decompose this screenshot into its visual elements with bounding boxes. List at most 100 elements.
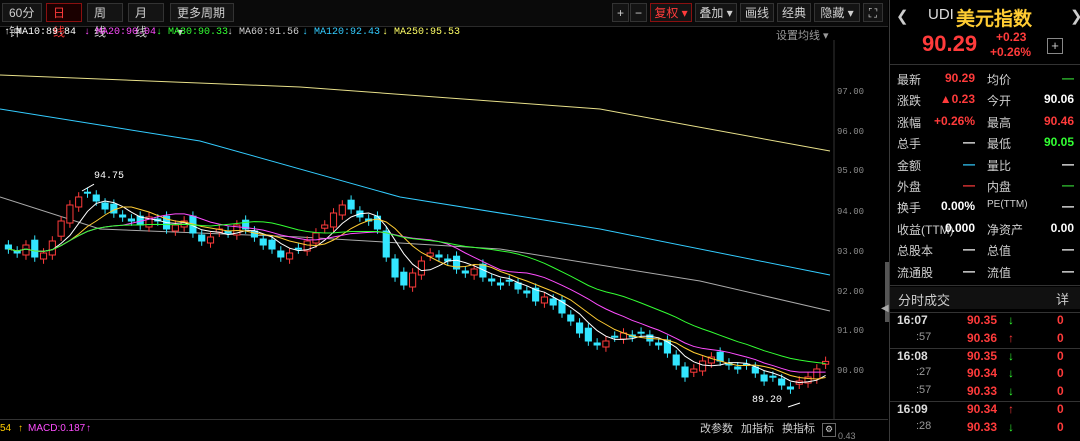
prev-arrow-icon[interactable]: ❮	[896, 7, 909, 25]
trade-direction-icon: ↓	[1008, 348, 1014, 363]
switch-indicator-button[interactable]: 换指标	[782, 421, 815, 437]
quote-label: 今开	[987, 94, 1012, 109]
candle-body	[496, 282, 505, 286]
quote-row: 涨幅 +0.26% 最高 90.46	[890, 112, 1080, 133]
price-tick: 94.00	[837, 207, 865, 217]
hide-button[interactable]: 隐藏 ▾	[814, 3, 860, 22]
quote-value: —	[963, 242, 975, 257]
trade-volume: 0	[1057, 348, 1064, 363]
next-arrow-icon[interactable]: ❯	[1070, 7, 1080, 25]
quote-value: 90.06	[1043, 92, 1074, 107]
low-pointer	[787, 402, 801, 408]
quote-row: 外盘 — 内盘 —	[890, 176, 1080, 197]
settings-icon[interactable]: ⚙	[822, 423, 836, 437]
fullscreen-icon[interactable]: ⛶	[863, 3, 883, 22]
trade-row: :28 90.33 ↓ 0	[890, 420, 1080, 441]
quote-row: 收益(TTM) 0.000 净资产 0.00	[890, 219, 1080, 240]
candles	[4, 187, 830, 394]
candle-body	[716, 351, 724, 362]
draw-line-button[interactable]: 画线	[740, 3, 774, 22]
collapse-arrow-icon[interactable]: ◀	[881, 303, 889, 314]
zoom-out-button[interactable]: −	[630, 3, 647, 22]
overlay-button[interactable]: 叠加 ▾	[695, 3, 737, 22]
change-params-button[interactable]: 改参数	[700, 421, 733, 437]
adjust-button[interactable]: 复权 ▾	[650, 3, 692, 22]
candle-body	[198, 234, 206, 242]
candle-body	[734, 366, 742, 370]
high-annotation: 94.75	[94, 171, 125, 182]
trade-volume: 0	[1057, 384, 1064, 399]
ma120-line	[0, 108, 831, 276]
candle-body	[417, 260, 425, 276]
ma30-line	[8, 213, 826, 373]
candle-body	[505, 279, 513, 282]
candle-body	[268, 239, 276, 250]
candle-body	[329, 212, 338, 228]
trades-title: 分时成交	[898, 293, 951, 308]
candle-body	[119, 214, 127, 218]
quote-row: 金额 — 量比 —	[890, 155, 1080, 176]
kline-chart-panel[interactable]: 60分钟 日线 周线 月线 更多周期 ▾ + − 复权 ▾ 叠加 ▾ 画线 经典…	[0, 0, 889, 441]
divider	[890, 347, 1080, 349]
candle-body	[549, 298, 557, 306]
candlestick-plot[interactable]	[0, 40, 888, 440]
add-watchlist-icon[interactable]: +	[1047, 38, 1063, 54]
tab-60min[interactable]: 60分钟	[2, 3, 42, 39]
divider	[890, 401, 1080, 402]
candle-body	[778, 378, 786, 386]
tab-monthly[interactable]: 月线	[128, 3, 164, 39]
candle-body	[294, 247, 302, 250]
price-change: +0.23	[996, 30, 1027, 44]
tab-more-periods[interactable]: 更多周期 ▾	[170, 3, 234, 39]
quote-label: 最低	[987, 137, 1012, 152]
quote-value: —	[963, 156, 975, 171]
trade-time: :57	[916, 330, 932, 343]
trade-volume: 0	[1057, 313, 1064, 327]
candle-body	[338, 204, 346, 216]
quote-row: 总手 — 最低 90.05	[890, 133, 1080, 154]
price-tick: 97.00	[837, 87, 865, 97]
trade-direction-icon: ↓	[1008, 419, 1014, 434]
candle-body	[690, 368, 698, 373]
quote-value: 0.000	[944, 220, 975, 235]
quote-value: ▲0.23	[939, 92, 975, 107]
candle-body	[540, 296, 548, 304]
ma30-legend: ↓ MA30:90.33	[156, 27, 229, 38]
indicator-value: 54	[0, 423, 12, 434]
add-indicator-button[interactable]: 加指标	[741, 421, 774, 437]
quote-value: —	[1062, 199, 1074, 214]
trade-price: 90.36	[967, 330, 998, 345]
trade-direction-icon: ↑	[1008, 402, 1014, 416]
trade-direction-icon: ↓	[1008, 313, 1014, 327]
candle-body	[672, 354, 680, 366]
trade-time: :27	[916, 366, 932, 379]
trade-price: 90.33	[967, 419, 998, 434]
tab-daily[interactable]: 日线	[46, 3, 82, 39]
classic-button[interactable]: 经典	[777, 3, 811, 22]
low-annotation: 89.20	[752, 395, 783, 406]
quote-label: 内盘	[987, 180, 1012, 194]
trade-price: 90.34	[967, 402, 998, 416]
candle-body	[593, 342, 601, 346]
trade-time: 16:08	[897, 348, 928, 363]
quote-label: 量比	[987, 158, 1012, 173]
candle-body	[92, 194, 100, 202]
quote-row: 涨跌 ▲0.23 今开 90.06	[890, 90, 1080, 111]
candle-body	[584, 327, 592, 342]
candle-body	[286, 252, 294, 260]
quote-value: 90.29	[944, 71, 975, 85]
candle-body	[75, 196, 83, 208]
trades-detail-button[interactable]: 详	[1056, 289, 1069, 308]
indicator-axis-value: 0.43	[838, 431, 856, 441]
trade-time: 16:07	[897, 313, 928, 327]
zoom-in-button[interactable]: +	[612, 3, 629, 22]
trade-volume: 0	[1057, 402, 1064, 416]
candle-body	[655, 342, 663, 346]
candle-body	[575, 322, 584, 334]
tab-weekly[interactable]: 周线	[87, 3, 123, 39]
quote-label: 最新	[897, 73, 922, 87]
quote-value: —	[1062, 242, 1074, 257]
trade-time: :28	[916, 419, 932, 432]
candle-body	[391, 258, 399, 278]
candle-body	[461, 270, 469, 274]
